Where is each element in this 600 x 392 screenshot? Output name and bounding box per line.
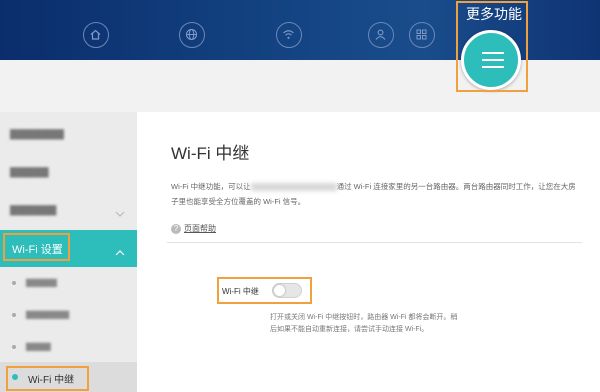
redacted-text [250, 183, 337, 192]
highlight-box-toggle [217, 277, 312, 304]
sidebar-item-label-blurred: ▇▇▇▇▇▇▇ [10, 129, 64, 140]
nav-label-blurred [162, 6, 222, 16]
nav-label-blurred [66, 6, 126, 16]
sidebar-subitem-label-blurred: ▇▇▇▇▇ [26, 278, 57, 287]
nav-label-blurred [259, 6, 319, 16]
sidebar-subitem-label-blurred: ▇▇▇▇ [26, 342, 51, 351]
sidebar-item-label-blurred: ▇▇▇▇▇ [10, 167, 49, 178]
sidebar-subitem-blurred-1[interactable]: ▇▇▇▇▇ [0, 268, 137, 300]
question-mark-icon: ? [171, 223, 181, 234]
bullet-dot [12, 281, 16, 285]
help-row: ? 页面帮助 [171, 223, 216, 234]
highlight-box-more [456, 1, 528, 92]
nav-item-wifi[interactable] [259, 6, 319, 48]
highlight-box-wifi-settings [3, 233, 70, 261]
toggle-note: 打开或关闭 Wi-Fi 中继按钮时，路由器 Wi-Fi 都将会断开。稍后如果不能… [270, 314, 458, 333]
chevron-up-icon [115, 244, 125, 262]
bullet-dot [12, 313, 16, 317]
page-description: Wi-Fi 中继功能，可以让 通过 Wi-Fi 连接家里的另一台路由器。两台路由器… [171, 179, 576, 209]
chevron-down-icon [115, 205, 125, 223]
nav-item-internet[interactable] [162, 6, 222, 48]
bullet-dot [12, 345, 16, 349]
home-icon [83, 22, 109, 48]
sidebar-item-label-blurred: ▇▇▇▇▇▇ [10, 205, 57, 216]
user-icon [368, 22, 394, 48]
description-text-1: Wi-Fi 中继功能，可以让 [171, 182, 251, 191]
globe-icon [179, 22, 205, 48]
sidebar-subitem-label-blurred: ▇▇▇▇▇▇▇ [26, 310, 70, 319]
sidebar-item-blurred-1[interactable]: ▇▇▇▇▇▇▇ [0, 117, 137, 155]
sidebar-subitem-blurred-3[interactable]: ▇▇▇▇ [0, 332, 137, 364]
sidebar-item-blurred-2[interactable]: ▇▇▇▇▇ [0, 155, 137, 193]
page-help-link[interactable]: 页面帮助 [184, 224, 216, 233]
sidebar-item-blurred-3[interactable]: ▇▇▇▇▇▇ [0, 193, 137, 231]
sidebar-subitem-blurred-2[interactable]: ▇▇▇▇▇▇▇ [0, 300, 137, 332]
page-title: Wi-Fi 中继 [171, 144, 250, 163]
nav-item-smart[interactable] [392, 6, 452, 48]
nav-label-blurred [392, 6, 452, 16]
apps-icon [409, 22, 435, 48]
wifi-icon [276, 22, 302, 48]
divider [167, 242, 582, 243]
nav-item-home[interactable] [66, 6, 126, 48]
highlight-box-wifi-repeater [6, 366, 89, 391]
